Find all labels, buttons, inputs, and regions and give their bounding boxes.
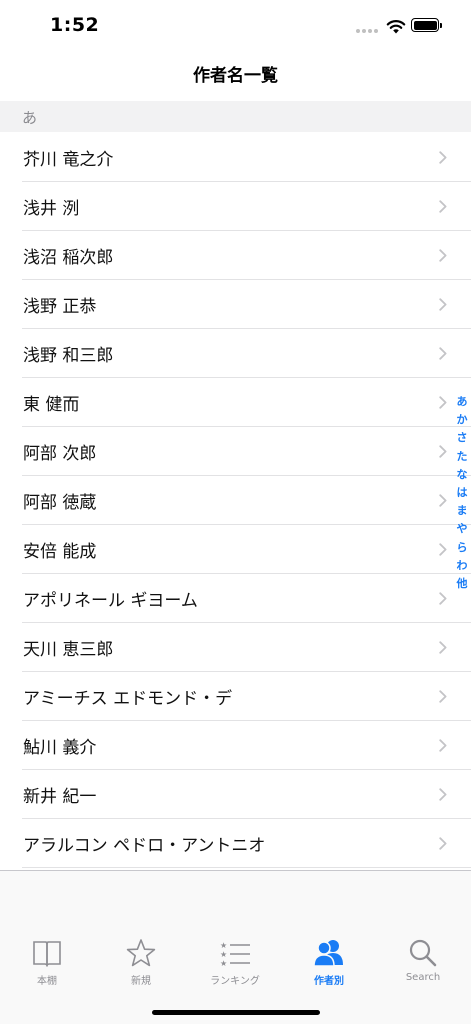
- author-name: アポリネール ギヨーム: [23, 591, 198, 611]
- author-name: 天川 恵三郎: [23, 640, 114, 660]
- star-icon: [126, 939, 156, 967]
- author-name: 新井 紀一: [23, 787, 97, 807]
- chevron-right-icon: [439, 837, 447, 850]
- chevron-right-icon: [439, 298, 447, 311]
- author-row[interactable]: 東 健而: [0, 378, 471, 427]
- chevron-right-icon: [439, 445, 447, 458]
- index-item[interactable]: か: [457, 411, 468, 429]
- chevron-right-icon: [439, 347, 447, 360]
- author-name: 阿部 次郎: [23, 444, 97, 464]
- author-name: 浅井 洌: [23, 199, 80, 219]
- section-header-label: あ: [22, 109, 38, 127]
- tab-search[interactable]: Search: [376, 871, 470, 991]
- author-row[interactable]: 阿部 徳蔵: [0, 476, 471, 525]
- tab-bookshelf[interactable]: 本棚: [0, 871, 94, 991]
- navigation-bar: 作者名一覧: [0, 52, 471, 100]
- author-list: 芥川 竜之介 浅井 洌浅沼 稲次郎 浅野 正恭浅野 和三郎東 健而阿部 次郎阿部 徳…: [0, 133, 471, 868]
- index-item[interactable]: ま: [457, 502, 468, 520]
- author-name: 阿部 徳蔵: [23, 493, 97, 513]
- author-row[interactable]: 浅野 和三郎: [0, 329, 471, 378]
- battery-icon: [411, 18, 442, 32]
- chevron-right-icon: [439, 592, 447, 605]
- author-row[interactable]: 鮎川 義介: [0, 721, 471, 770]
- chevron-right-icon: [439, 151, 447, 164]
- tab-authors[interactable]: 作者別: [282, 871, 376, 991]
- svg-text:★: ★: [220, 941, 227, 950]
- index-item[interactable]: は: [457, 484, 468, 502]
- ranking-list-icon: ★ ★ ★: [220, 941, 250, 968]
- book-icon: [33, 941, 61, 967]
- index-item[interactable]: 他: [457, 575, 468, 593]
- status-time: 1:52: [50, 14, 100, 36]
- chevron-right-icon: [439, 788, 447, 801]
- chevron-right-icon: [439, 249, 447, 262]
- index-item[interactable]: わ: [457, 557, 468, 575]
- chevron-right-icon: [439, 543, 447, 556]
- index-item[interactable]: た: [457, 448, 468, 466]
- author-row[interactable]: 安倍 能成: [0, 525, 471, 574]
- tab-label: Search: [405, 972, 441, 983]
- author-name: 安倍 能成: [23, 542, 97, 562]
- author-name: 浅野 和三郎: [23, 346, 114, 366]
- chevron-right-icon: [439, 494, 447, 507]
- row-separator: [22, 867, 471, 868]
- author-name: 東 健而: [23, 395, 80, 415]
- author-name: アラルコン ペドロ・アントニオ: [23, 836, 266, 856]
- cellular-signal-icon: [356, 29, 378, 33]
- section-header: あ: [0, 101, 471, 132]
- tab-ranking[interactable]: ★ ★ ★ ランキング: [188, 871, 282, 991]
- chevron-right-icon: [439, 739, 447, 752]
- section-index-bar[interactable]: あかさたなはまやらわ他: [452, 393, 471, 593]
- chevron-right-icon: [439, 396, 447, 409]
- author-name: 浅野 正恭: [23, 297, 97, 317]
- author-name: アミーチス エドモンド・デ: [23, 689, 233, 709]
- people-icon: [313, 940, 343, 967]
- author-name: 鮎川 義介: [23, 738, 97, 758]
- svg-text:★: ★: [220, 950, 227, 959]
- author-name: 芥川 竜之介: [23, 150, 114, 170]
- home-indicator: [152, 1010, 320, 1015]
- chevron-right-icon: [439, 690, 447, 703]
- author-row[interactable]: アポリネール ギヨーム: [0, 574, 471, 623]
- tab-label: 作者別: [314, 976, 344, 987]
- tab-bar: 本棚 新規 ★ ★ ★ ランキング 作者別 Search: [0, 870, 471, 1024]
- author-row[interactable]: 阿部 次郎: [0, 427, 471, 476]
- chevron-right-icon: [439, 200, 447, 213]
- author-row[interactable]: 浅野 正恭: [0, 280, 471, 329]
- tab-new[interactable]: 新規: [94, 871, 188, 991]
- svg-text:★: ★: [220, 959, 227, 968]
- author-row[interactable]: アラルコン ペドロ・アントニオ: [0, 819, 471, 868]
- tab-label: ランキング: [210, 976, 260, 987]
- index-item[interactable]: あ: [457, 393, 468, 411]
- author-row[interactable]: 新井 紀一: [0, 770, 471, 819]
- wifi-icon: [386, 20, 406, 34]
- author-row[interactable]: 芥川 竜之介: [0, 133, 471, 182]
- chevron-right-icon: [439, 641, 447, 654]
- author-row[interactable]: 天川 恵三郎: [0, 623, 471, 672]
- index-item[interactable]: ら: [457, 539, 468, 557]
- status-bar: 1:52: [0, 0, 471, 52]
- page-title: 作者名一覧: [193, 66, 278, 86]
- index-item[interactable]: な: [457, 466, 468, 484]
- tab-label: 新規: [131, 976, 151, 987]
- index-item[interactable]: さ: [457, 429, 468, 447]
- author-name: 浅沼 稲次郎: [23, 248, 114, 268]
- index-item[interactable]: や: [457, 520, 468, 538]
- author-row[interactable]: 浅沼 稲次郎: [0, 231, 471, 280]
- tab-label: 本棚: [37, 976, 57, 987]
- search-icon: [409, 939, 437, 967]
- author-row[interactable]: アミーチス エドモンド・デ: [0, 672, 471, 721]
- author-row[interactable]: 浅井 洌: [0, 182, 471, 231]
